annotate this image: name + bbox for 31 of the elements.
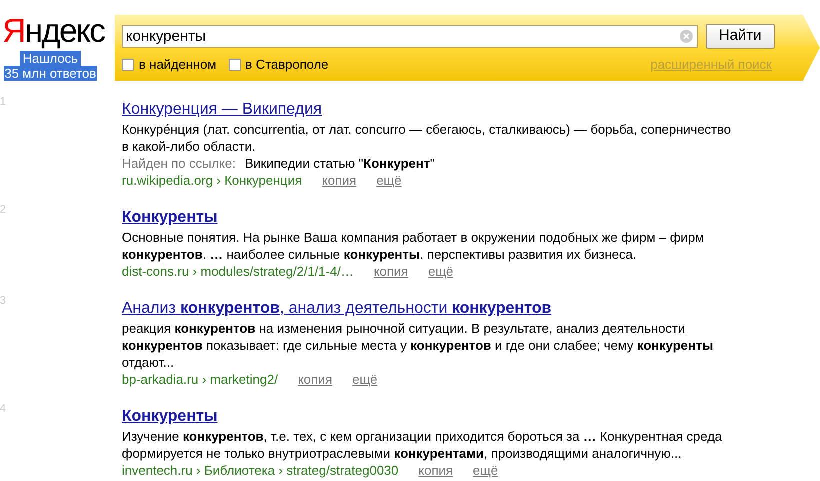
copy-link[interactable]: копия bbox=[418, 462, 454, 479]
result-url[interactable]: dist-cons.ru › modules/strateg/2/1/1-4/… bbox=[122, 263, 354, 280]
result-title-link[interactable]: Конкуренция — Википедия bbox=[122, 100, 322, 120]
copy-link[interactable]: копия bbox=[298, 371, 332, 388]
result-title-link[interactable]: Конкуренты bbox=[122, 208, 218, 228]
result-snippet: реакция конкурентов на изменения рыночной ситуации. В результате, анализ деятельности конкурентов показывает: где сильные места у конкурентов и где они слабее; чему конкуренты отдают... bbox=[122, 320, 714, 371]
more-link[interactable]: ещё bbox=[473, 462, 498, 479]
more-link[interactable]: ещё bbox=[376, 172, 402, 189]
found-by-text: Википедии статью "Конкурент" bbox=[244, 155, 435, 172]
yandex-logo[interactable]: Яндекс bbox=[2, 12, 104, 50]
found-by-label: Найден по ссылке: bbox=[122, 155, 236, 172]
search-input[interactable]: конкуренты bbox=[122, 25, 698, 48]
result-title-link[interactable]: Анализ конкурентов, анализ деятельности конкурентов bbox=[122, 299, 552, 319]
search-button[interactable]: Найти bbox=[706, 24, 775, 49]
results-count-text: 35 млн ответов bbox=[4, 66, 98, 81]
more-link[interactable]: ещё bbox=[352, 371, 378, 388]
copy-link[interactable]: копия bbox=[322, 172, 357, 189]
results-count-text: Нашлось bbox=[20, 51, 82, 66]
result-snippet: Основные понятия. На рынке Ваша компания работает в окружении подобных же фирм – фирм конкурентов. … наиболее сильные конкуренты. перспективы развития их бизнеса. bbox=[122, 229, 706, 263]
result-snippet: Изучение конкурентов, т.е. тех, с кем организации приходится бороться за … Конкурентная среда формируется не только внутриотраслевыми конкурентами, производящими аналогичную... bbox=[122, 428, 724, 462]
checkbox[interactable] bbox=[122, 58, 134, 71]
result-url[interactable]: ru.wikipedia.org › Конкуренция bbox=[122, 172, 302, 189]
more-link[interactable]: ещё bbox=[428, 263, 454, 280]
result-title-link[interactable]: Конкуренты bbox=[122, 407, 218, 427]
checkbox-label: в Ставрополе bbox=[246, 56, 329, 74]
result-url[interactable]: inventech.ru › Библиотека › strateg/strateg0030 bbox=[122, 462, 399, 479]
checkbox-label: в найденном bbox=[139, 56, 217, 74]
copy-link[interactable]: копия bbox=[374, 263, 408, 280]
checkbox[interactable] bbox=[228, 58, 241, 71]
result-url[interactable]: bp-arkadia.ru › marketing2/ bbox=[122, 371, 278, 388]
result-snippet: Конкуре́нция (лат. concurrentia, от лат. concurro — сбегаюсь, сталкиваюсь) — борьба, соперничество в какой-либо области. bbox=[122, 121, 732, 155]
